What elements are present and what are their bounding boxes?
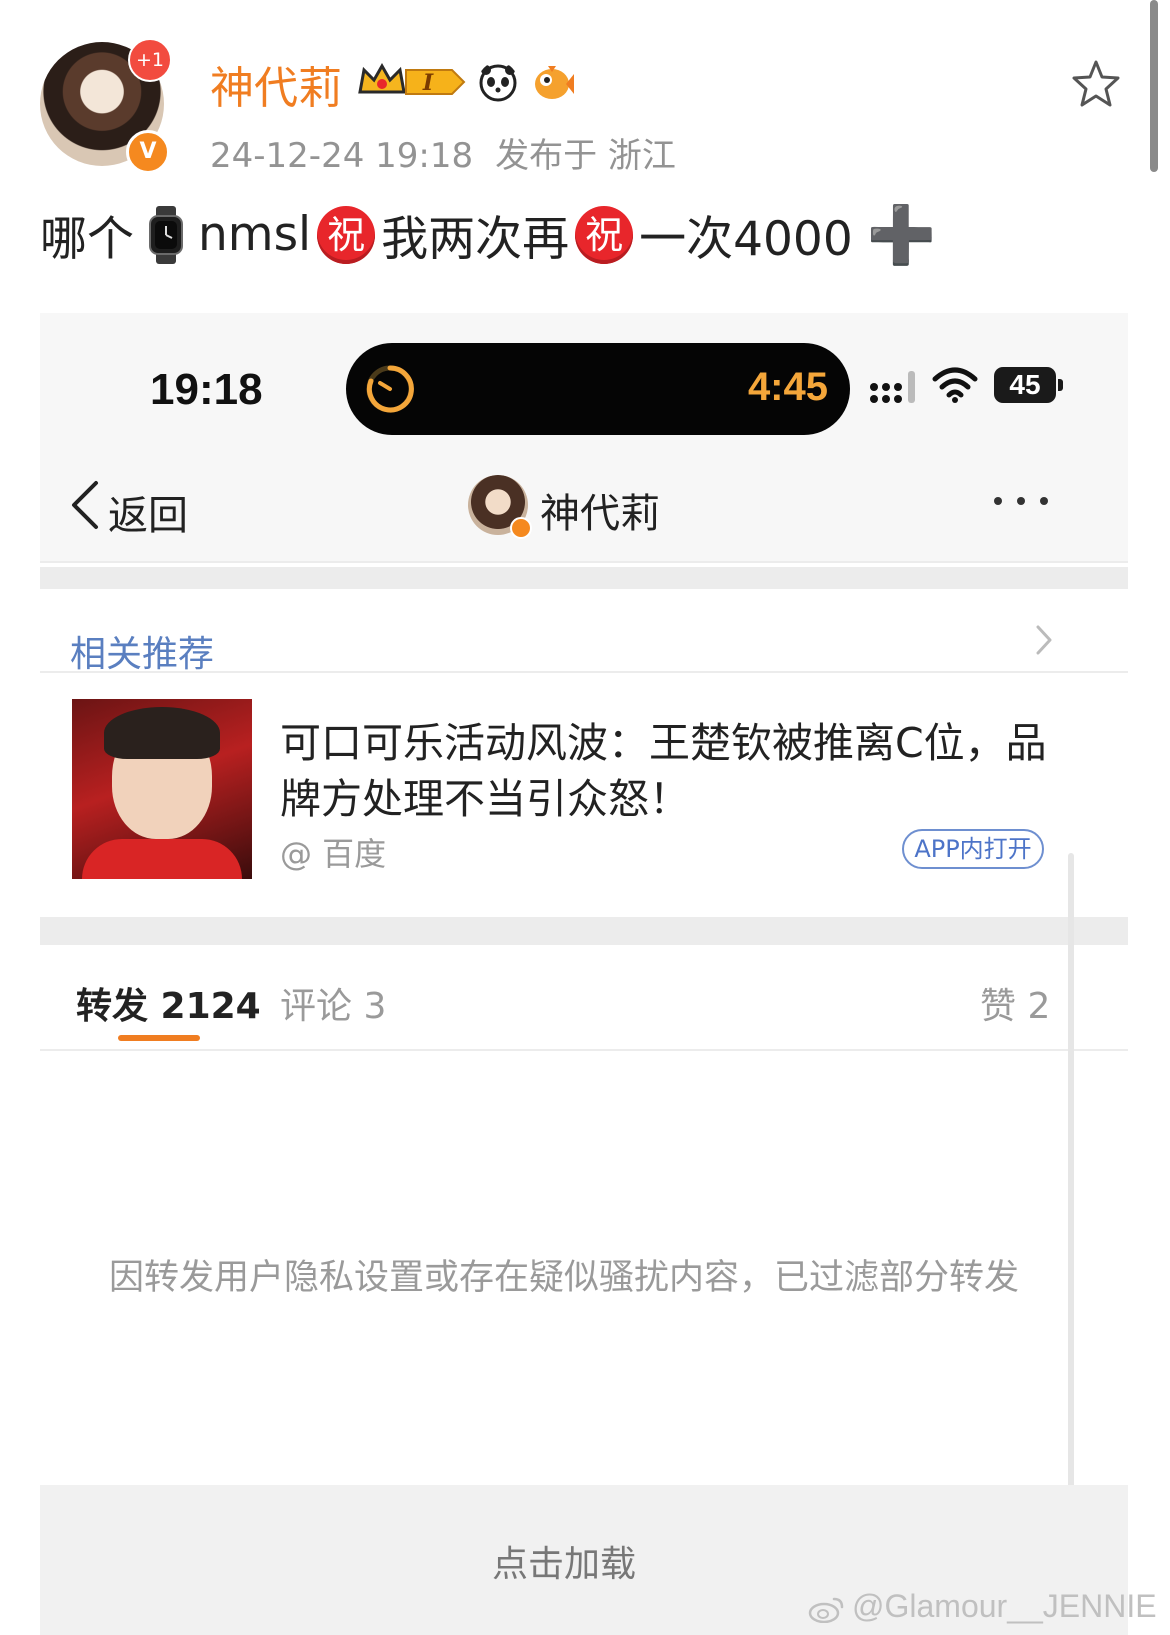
tab-reposts[interactable]: 转发 2124 [76, 977, 261, 1029]
avatar-plus-badge: +1 [128, 38, 172, 82]
cellular-signal-icon [870, 371, 915, 403]
divider [40, 1049, 1128, 1051]
battery-tip [1058, 379, 1063, 391]
watermark: @Glamour__JENNIE [808, 1588, 1157, 1625]
crown-level-badge-icon: I [358, 62, 466, 96]
section-gap [40, 567, 1128, 589]
back-button[interactable]: 返回 [108, 483, 188, 541]
wifi-icon [932, 367, 978, 403]
chevron-right-icon[interactable] [1034, 623, 1054, 657]
active-tab-indicator [118, 1035, 200, 1041]
battery-indicator: 45 [994, 367, 1056, 403]
post-text-part: 我两次再 [381, 212, 570, 267]
verified-badge-icon: V [126, 130, 170, 174]
apple-watch-icon [149, 205, 183, 264]
island-timer-text: 4:45 [747, 365, 828, 409]
author-name[interactable]: 神代莉 [210, 52, 342, 116]
thumbnail-shirt [82, 839, 242, 879]
favorite-star-icon[interactable] [1070, 58, 1122, 110]
thumbnail-hair [104, 707, 220, 759]
more-options-icon[interactable] [990, 491, 1052, 511]
post-text-part: 一次4000 [639, 212, 853, 267]
post-text: 哪个 nmsl 祝 我两次再 祝 一次4000 ➕ [40, 200, 936, 269]
post-text-part: nmsl [198, 207, 312, 262]
blessing-emoji-icon: 祝 [575, 205, 634, 264]
article-source: @ 百度 [280, 835, 387, 873]
load-more-button[interactable]: 点击加载 [40, 1535, 1088, 1587]
post-meta: 24-12-24 19:18 发布于 浙江 [210, 128, 676, 177]
fish-icon [535, 66, 574, 99]
section-gap [40, 917, 1128, 945]
page-scrollbar[interactable] [1150, 0, 1158, 172]
tab-comments[interactable]: 评论 3 [280, 977, 386, 1029]
divider [40, 671, 1128, 673]
watermark-text: @Glamour__JENNIE [852, 1588, 1157, 1624]
article-thumbnail[interactable] [72, 699, 252, 879]
back-chevron-icon[interactable] [68, 479, 102, 531]
post-timestamp: 24-12-24 19:18 [210, 136, 474, 176]
open-in-app-button[interactable]: APP内打开 [902, 829, 1044, 869]
divider [40, 561, 1128, 563]
tab-likes[interactable]: 赞 2 [980, 977, 1050, 1029]
filtered-notice: 因转发用户隐私设置或存在疑似骚扰内容，已过滤部分转发 [108, 1258, 1019, 1298]
status-clock: 19:18 [150, 365, 263, 414]
timer-icon [366, 365, 414, 413]
plus-emoji-icon: ➕ [866, 202, 937, 268]
panda-icon [479, 64, 517, 102]
level-number: I [422, 70, 434, 96]
nav-verified-icon [510, 517, 532, 539]
blessing-emoji-icon: 祝 [317, 205, 376, 264]
dynamic-island: 4:45 [346, 343, 850, 435]
related-recommendations-header[interactable]: 相关推荐 [70, 625, 214, 677]
post-location: 发布于 浙江 [495, 136, 676, 176]
embedded-screenshot[interactable]: 19:18 4:45 45 返回 神代莉 相关推荐 可口可乐活动风波：王楚钦被推… [40, 313, 1128, 1635]
post-text-part: 哪个 [40, 212, 134, 267]
nav-title: 神代莉 [540, 491, 660, 537]
weibo-logo-icon [808, 1597, 844, 1623]
article-title[interactable]: 可口可乐活动风波：王楚钦被推离C位，品牌方处理不当引众怒！ [280, 715, 1070, 827]
